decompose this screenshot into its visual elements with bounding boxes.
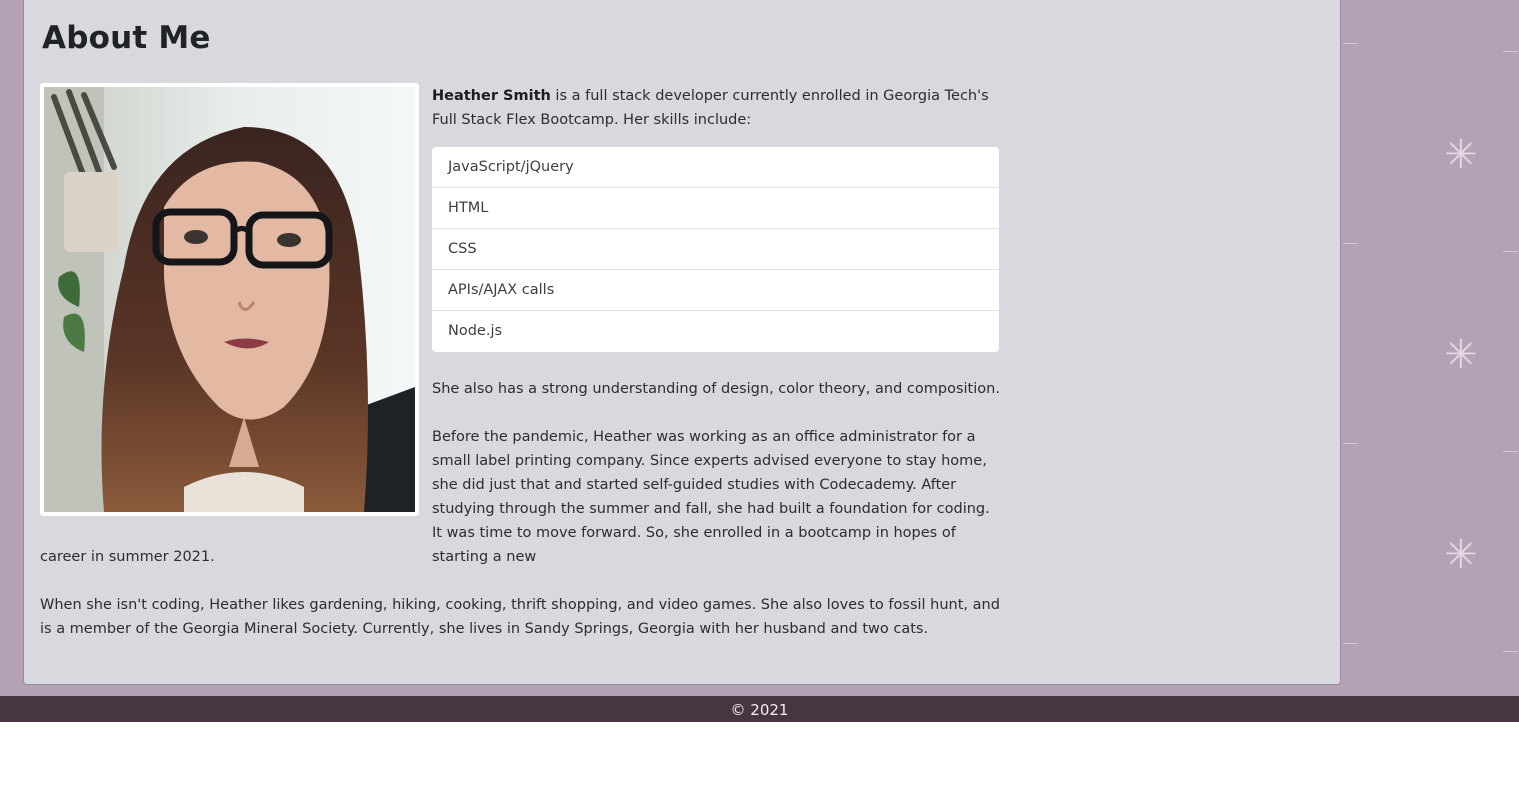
sparkle-icon: ✳ xyxy=(1444,532,1478,578)
background-dash xyxy=(1503,251,1517,252)
skills-list: JavaScript/jQuery HTML CSS APIs/AJAX cal… xyxy=(432,147,999,352)
design-paragraph: She also has a strong understanding of d… xyxy=(432,381,1000,397)
hobbies-paragraph: When she isn't coding, Heather likes gar… xyxy=(40,597,1000,637)
sparkle-icon: ✳ xyxy=(1444,132,1478,178)
page-footer: © 2021 xyxy=(0,696,1519,722)
background-dash xyxy=(1503,651,1517,652)
background-dash xyxy=(1503,51,1517,52)
background-dash xyxy=(1343,443,1357,444)
sparkle-icon: ✳ xyxy=(1444,332,1478,378)
page-title: About Me xyxy=(42,20,211,56)
background-paragraph-end: career in summer 2021. xyxy=(40,549,215,565)
copyright-text: © 2021 xyxy=(730,701,789,719)
skill-item: JavaScript/jQuery xyxy=(432,147,999,188)
skill-item: Node.js xyxy=(448,323,503,339)
profile-photo xyxy=(40,83,419,516)
intro-name: Heather Smith xyxy=(432,88,551,104)
skill-item: CSS xyxy=(432,229,999,270)
background-dash xyxy=(1343,643,1357,644)
profile-photo-illustration xyxy=(44,87,415,512)
background-dash xyxy=(1343,243,1357,244)
intro-text: Heather Smith is a full stack developer … xyxy=(432,84,1002,132)
skill-item: HTML xyxy=(432,188,999,229)
skill-item: APIs/AJAX calls xyxy=(432,270,999,311)
background-dash xyxy=(1503,451,1517,452)
background-dash xyxy=(1343,43,1357,44)
about-card: About Me Heather Smith is a full stack d… xyxy=(23,0,1341,685)
